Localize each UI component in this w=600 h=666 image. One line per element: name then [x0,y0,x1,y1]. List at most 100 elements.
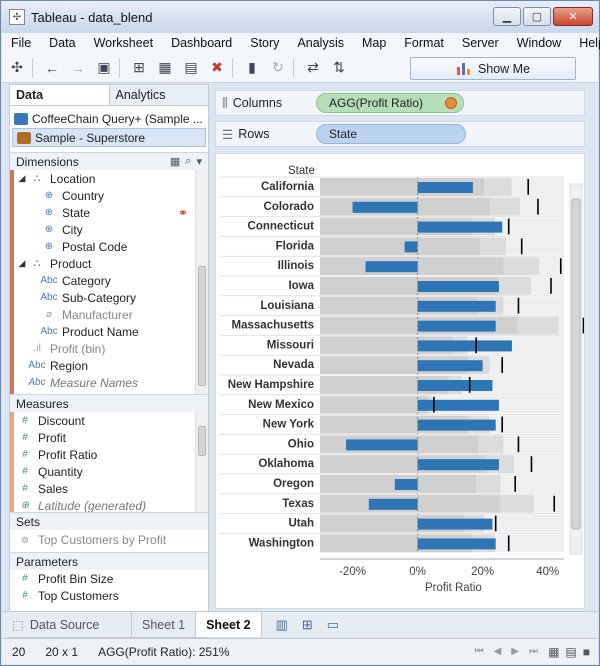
forward-icon[interactable]: → [67,57,89,79]
maximize-button[interactable]: ▢ [523,7,551,26]
swap-icon[interactable]: ⇄ [302,57,324,79]
rows-shelf[interactable]: ☰ Rows State [215,121,585,147]
measures-title: Measures [16,396,69,411]
dimension-field[interactable]: ⊕ Postal Code [14,238,208,255]
menu-server[interactable]: Server [453,36,508,50]
new-worksheet-tab-icon[interactable]: ▥ [276,617,288,633]
dimension-field[interactable]: Abc Sub-Category [14,289,208,306]
datasource-superstore[interactable]: Sample - Superstore [12,128,206,147]
back-icon[interactable]: ← [41,57,63,79]
link-icon[interactable]: ⚭ [178,206,188,220]
view-toggle-icon[interactable]: ▦ [170,155,180,168]
measure-field[interactable]: # Quantity [14,463,208,480]
dimension-field[interactable]: ⊕ City [14,221,208,238]
new-worksheet-icon[interactable]: ▦ [154,57,176,79]
hierarchy-icon: ⛬ [33,173,41,184]
measure-field[interactable]: # Profit [14,429,208,446]
tab-sheet-1[interactable]: Sheet 1 [132,612,197,637]
pause-updates-icon[interactable]: ▮ [241,57,263,79]
columns-shelf[interactable]: ⫼ Columns AGG(Profit Ratio) [215,90,585,116]
menu-story[interactable]: Story [241,36,288,50]
sort-icon[interactable]: ⇅ [328,57,350,79]
menu-file[interactable]: File [2,36,40,50]
x-axis-title: Profit Ratio [425,582,482,594]
menu-map[interactable]: Map [353,36,395,50]
bar-new-mexico [417,399,499,411]
dimension-field[interactable]: ⊕ State ⚭ [14,204,208,221]
new-story-tab-icon[interactable]: ▭ [327,617,339,633]
bar-florida [404,241,418,253]
save-icon[interactable]: ▣ [93,57,115,79]
first-sheet-icon[interactable]: ⏮ [475,646,484,657]
dimension-field[interactable]: ⊕ Country [14,187,208,204]
dimension-field[interactable]: Abc Measure Names [14,374,208,391]
dimension-field[interactable]: ⌀ Manufacturer [14,306,208,323]
dimension-field[interactable]: Abc Region [14,357,208,374]
set-field[interactable]: ⊚ Top Customers by Profit [10,530,208,550]
state-label: Florida [276,240,315,252]
menu-worksheet[interactable]: Worksheet [85,36,163,50]
dimension-field[interactable]: .ıl Profit (bin) [14,340,208,357]
menu-window[interactable]: Window [508,36,570,50]
datasource-coffeechain[interactable]: CoffeeChain Query+ (Sample ... [10,109,208,128]
tab-analytics[interactable]: Analytics [108,85,208,105]
bar-washington [417,538,496,550]
prev-sheet-icon[interactable]: ◀ [494,646,502,657]
dropdown-icon[interactable]: ▾ [196,155,202,168]
parameter-field[interactable]: # Top Customers [10,587,208,604]
clear-sheet-icon[interactable]: ✖ [206,57,228,79]
search-icon[interactable]: ⌕ [185,155,191,168]
dimension-field[interactable]: Abc Category [14,272,208,289]
dimension-field[interactable]: Abc Product Name [14,323,208,340]
datasource-icon [14,112,28,125]
measures-list: # Discount # Profit # Profit Ratio # Quantity # S… [10,412,208,513]
state-label: Oklahoma [258,458,314,470]
filmstrip-icon[interactable]: ▤ [565,645,576,659]
distribution-band [320,237,481,256]
refresh-icon[interactable]: ↻ [267,57,289,79]
abc-icon: Abc [40,292,58,303]
new-dashboard-tab-icon[interactable]: ⊞ [302,617,313,633]
close-button[interactable]: ✕ [553,7,593,26]
scroll-thumb[interactable] [198,426,206,456]
duplicate-sheet-icon[interactable]: ▤ [180,57,202,79]
menu-analysis[interactable]: Analysis [288,36,353,50]
expand-icon[interactable]: ◢ [16,173,28,184]
minimize-button[interactable]: ▁ [493,7,521,26]
hash-icon: # [22,432,28,443]
bar-new-york [417,419,496,431]
x-tick-label: 20% [471,566,494,578]
menu-dashboard[interactable]: Dashboard [162,36,241,50]
new-datasource-icon[interactable]: ⊞ [128,57,150,79]
sheet-sorter-icon[interactable]: ▦ [548,645,559,659]
parameter-field[interactable]: # Profit Bin Size [10,570,208,587]
last-sheet-icon[interactable]: ⏭ [529,646,538,657]
tab-label: Data Source [29,617,100,632]
tab-sheet-2[interactable]: Sheet 2 [196,612,262,637]
tab-data[interactable]: Data [10,85,109,105]
show-me-button[interactable]: Show Me [410,57,576,80]
measure-field[interactable]: # Discount [14,412,208,429]
tableau-logo-icon[interactable]: ✣ [6,57,28,79]
dimension-field[interactable]: ◢ ⛬ Location [14,170,208,187]
menu-format[interactable]: Format [395,36,453,50]
menu-data[interactable]: Data [40,36,84,50]
dimension-field[interactable]: ◢ ⛬ Product [14,255,208,272]
view-scroll-thumb [571,198,581,530]
next-sheet-icon[interactable]: ▶ [511,646,519,657]
tabs-view-icon[interactable]: ■ [583,645,590,659]
sets-header: Sets [10,512,208,530]
profit-ratio-pill[interactable]: AGG(Profit Ratio) [316,93,464,113]
expand-icon[interactable]: ◢ [16,258,28,269]
tab-data-source[interactable]: ⬚ Data Source [2,612,132,637]
state-label: Illinois [278,260,314,272]
measure-field[interactable]: # Sales [14,480,208,497]
state-label: Utah [288,518,314,530]
field-label: Profit Ratio [38,447,98,462]
state-pill[interactable]: State [316,124,466,144]
measures-scrollbar[interactable] [195,412,208,512]
state-label: Colorado [264,201,314,213]
measure-field[interactable]: # Profit Ratio [14,446,208,463]
menu-help[interactable]: Help [570,36,600,50]
state-label: Louisiana [260,300,314,312]
